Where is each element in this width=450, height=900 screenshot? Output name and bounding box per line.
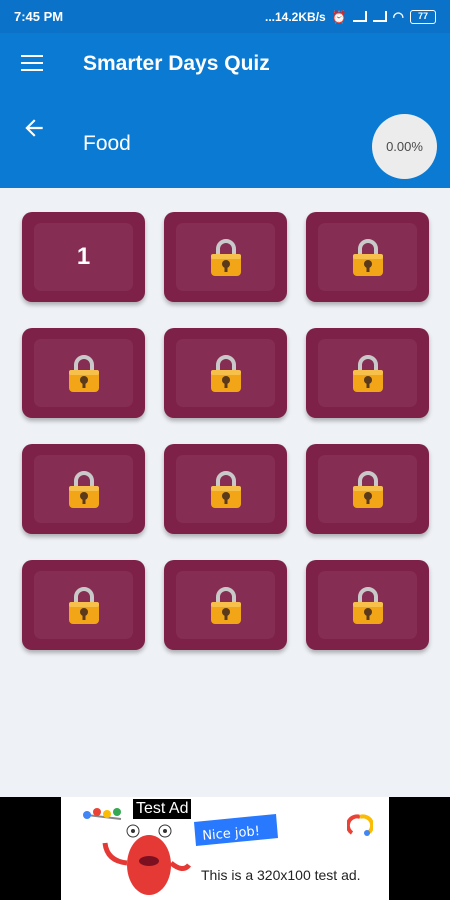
level-tile-3[interactable] <box>306 212 429 302</box>
lock-icon <box>351 237 385 277</box>
level-tile-2[interactable] <box>164 212 287 302</box>
lock-icon <box>209 585 243 625</box>
level-tile-inner <box>318 339 417 407</box>
status-bar: 7:45 PM ...14.2KB/s ⏰ ◠ 77 <box>0 0 450 33</box>
app-title: Smarter Days Quiz <box>83 52 270 75</box>
progress-indicator: 0.00% <box>372 114 437 179</box>
battery-icon: 77 <box>410 9 436 24</box>
ad-text: This is a 320x100 test ad. <box>201 867 361 883</box>
level-tile-8[interactable] <box>164 444 287 534</box>
lock-icon <box>351 469 385 509</box>
level-grid: 1 <box>22 212 430 650</box>
level-number: 1 <box>76 243 91 270</box>
status-right: ...14.2KB/s ⏰ ◠ 77 <box>265 9 436 25</box>
level-tile-11[interactable] <box>164 560 287 650</box>
lock-icon <box>209 353 243 393</box>
network-speed: ...14.2KB/s <box>265 9 326 24</box>
level-tile-10[interactable] <box>22 560 145 650</box>
level-tile-inner <box>318 455 417 523</box>
lock-icon <box>67 353 101 393</box>
app-bar: Smarter Days Quiz Food 0.00% <box>0 33 450 188</box>
level-tile-4[interactable] <box>22 328 145 418</box>
lock-icon <box>351 353 385 393</box>
level-tile-7[interactable] <box>22 444 145 534</box>
status-time: 7:45 PM <box>14 9 64 24</box>
level-tile-6[interactable] <box>306 328 429 418</box>
level-tile-1[interactable]: 1 <box>22 212 145 302</box>
signal-icon <box>352 11 367 22</box>
back-arrow-icon[interactable] <box>21 115 47 141</box>
category-title: Food <box>83 132 131 155</box>
level-tile-inner <box>34 455 133 523</box>
lock-icon <box>67 585 101 625</box>
level-tile-9[interactable] <box>306 444 429 534</box>
level-tile-inner <box>176 455 275 523</box>
menu-icon[interactable] <box>21 55 43 73</box>
level-tile-inner: 1 <box>34 223 133 291</box>
level-tile-inner <box>318 223 417 291</box>
level-tile-12[interactable] <box>306 560 429 650</box>
level-tile-inner <box>176 339 275 407</box>
ad-content[interactable]: Nice job! This is a 320x100 test ad. <box>61 797 389 900</box>
level-tile-inner <box>34 339 133 407</box>
level-tile-inner <box>34 571 133 639</box>
level-tile-5[interactable] <box>164 328 287 418</box>
ad-nice-banner: Nice job! <box>194 814 278 846</box>
lock-icon <box>67 469 101 509</box>
alarm-icon: ⏰ <box>331 9 347 24</box>
ad-banner[interactable]: Nice job! This is a 320x100 test ad. Tes… <box>0 797 450 900</box>
lock-icon <box>351 585 385 625</box>
level-tile-inner <box>176 571 275 639</box>
test-ad-badge: Test Ad <box>133 799 192 819</box>
ad-logo-icon <box>347 814 373 836</box>
wifi-icon: ◠ <box>392 8 404 24</box>
lock-icon <box>209 237 243 277</box>
signal-icon-2 <box>372 11 387 22</box>
lock-icon <box>209 469 243 509</box>
level-tile-inner <box>176 223 275 291</box>
level-tile-inner <box>318 571 417 639</box>
